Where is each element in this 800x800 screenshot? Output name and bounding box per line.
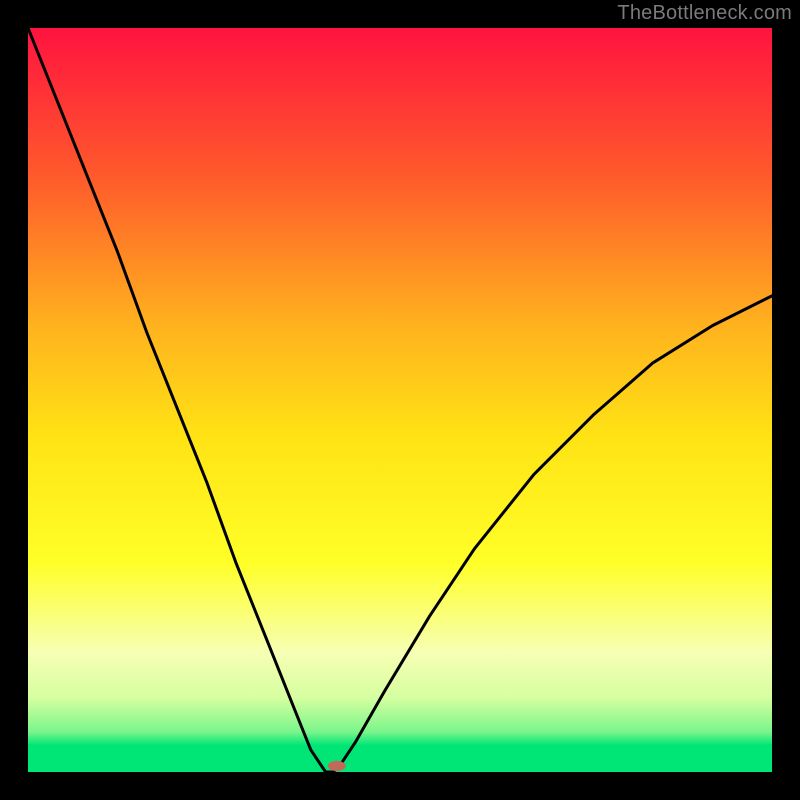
chart-container: TheBottleneck.com: [0, 0, 800, 800]
gradient-background: [28, 28, 772, 772]
watermark-text: TheBottleneck.com: [617, 2, 792, 25]
chart-svg: [28, 28, 772, 772]
plot-area: [28, 28, 772, 772]
minimum-marker: [328, 761, 346, 771]
